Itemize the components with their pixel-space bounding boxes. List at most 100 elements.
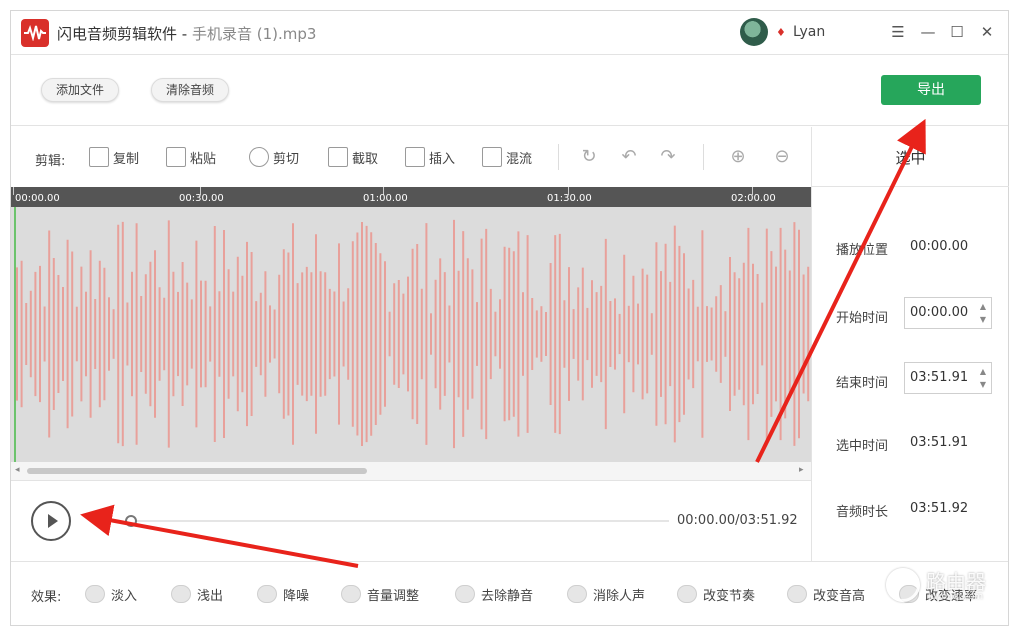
- minimize-button[interactable]: —: [917, 21, 939, 43]
- paste-button[interactable]: 粘贴: [166, 146, 216, 168]
- scrollbar-thumb[interactable]: [27, 468, 367, 474]
- watermark-sub: luyouqi.com: [928, 592, 984, 602]
- crop-icon: [328, 147, 348, 167]
- remove-vocals-label: 消除人声: [593, 588, 646, 604]
- insert-label: 插入: [429, 151, 456, 167]
- volume-label: 音量调整: [367, 588, 420, 604]
- effects-bar: 效果: 淡入 浅出 降噪 音量调整 去除静音 消除人声 改变节奏 改变音高 改变…: [11, 561, 1008, 625]
- end-time-field[interactable]: 03:51.91 ▲ ▼: [904, 362, 992, 394]
- end-time-value: 03:51.91: [910, 370, 969, 385]
- selected-time-label: 选中时间: [836, 439, 889, 454]
- start-time-label: 开始时间: [836, 311, 889, 326]
- close-button[interactable]: ✕: [976, 21, 998, 43]
- effects-label: 效果:: [31, 590, 62, 605]
- progress-track[interactable]: [129, 520, 669, 522]
- toolbar-divider: [558, 144, 559, 170]
- spin-up-icon[interactable]: ▲: [980, 302, 986, 311]
- file-name: 手机录音 (1).mp3: [191, 25, 317, 43]
- play-button[interactable]: [31, 501, 71, 541]
- timecode: 00:00.00/03:51.92: [677, 513, 798, 528]
- change-pitch-label: 改变音高: [813, 588, 866, 604]
- insert-icon: [405, 147, 425, 167]
- waveform-area[interactable]: [11, 207, 811, 462]
- selection-panel: 选中 播放位置 00:00.00 开始时间 00:00.00 ▲ ▼ 结束时间 …: [811, 127, 1009, 561]
- app-name: 闪电音频剪辑软件: [57, 25, 178, 43]
- zoom-out-icon[interactable]: ⊖: [771, 146, 793, 168]
- tick-label: 00:30.00: [179, 193, 224, 204]
- menu-button[interactable]: ☰: [887, 21, 909, 43]
- tick-mark: [13, 187, 14, 195]
- maximize-button[interactable]: ☐: [946, 21, 968, 43]
- fade-out-button[interactable]: 浅出: [171, 584, 223, 604]
- clear-audio-button[interactable]: 清除音频: [151, 78, 230, 102]
- title-bar: 闪电音频剪辑软件 - 手机录音 (1).mp3 ♦ Lyan ☰ — ☐ ✕: [11, 11, 1008, 55]
- fade-in-icon: [85, 585, 105, 603]
- edit-label: 剪辑:: [35, 154, 66, 169]
- avatar[interactable]: [740, 18, 768, 46]
- export-button[interactable]: 导出: [881, 75, 981, 105]
- fade-in-label: 淡入: [111, 588, 138, 604]
- loop-icon[interactable]: ↻: [578, 146, 600, 168]
- tick-label: 00:00.00: [15, 193, 60, 204]
- volume-icon: [341, 585, 361, 603]
- horizontal-scrollbar[interactable]: ◂ ▸: [11, 462, 811, 480]
- redo-icon[interactable]: ↷: [657, 146, 679, 168]
- trim-label: 截取: [352, 151, 379, 167]
- cut-button[interactable]: 剪切: [249, 146, 299, 168]
- spin-up-icon[interactable]: ▲: [980, 367, 986, 376]
- fade-in-button[interactable]: 淡入: [85, 584, 137, 604]
- scroll-left-icon[interactable]: ◂: [15, 465, 20, 475]
- duration-value: 03:51.92: [910, 501, 969, 516]
- people-icon: [567, 585, 587, 603]
- scissors-icon: [249, 147, 269, 167]
- copy-button[interactable]: 复制: [89, 146, 139, 168]
- watermark-text: 路由器: [926, 570, 986, 594]
- undo-icon[interactable]: ↶: [618, 146, 640, 168]
- scroll-right-icon[interactable]: ▸: [799, 465, 804, 475]
- mix-button[interactable]: 混流: [482, 146, 532, 168]
- change-tempo-button[interactable]: 改变节奏: [677, 584, 755, 604]
- volume-button[interactable]: 音量调整: [341, 584, 419, 604]
- timeline-ruler[interactable]: 00:00.00 00:30.00 01:00.00 01:30.00 02:0…: [11, 187, 811, 207]
- play-position-value: 00:00.00: [910, 239, 969, 254]
- selected-time-value: 03:51.91: [910, 435, 969, 450]
- panel-title: 选中: [812, 127, 1009, 187]
- denoise-button[interactable]: 降噪: [257, 584, 309, 604]
- remove-vocals-button[interactable]: 消除人声: [567, 584, 645, 604]
- paste-icon: [166, 147, 186, 167]
- watermark: 路由器 luyouqi.com: [880, 562, 1010, 610]
- change-tempo-label: 改变节奏: [703, 588, 756, 604]
- denoise-icon: [257, 585, 277, 603]
- edit-toolbar: 剪辑: 复制 粘贴 剪切 截取 插入 混流 ↻ ↶ ↷ ⊕ ⊖: [11, 127, 811, 187]
- trim-button[interactable]: 截取: [328, 146, 378, 168]
- app-logo-icon: [21, 19, 49, 47]
- app-window: 闪电音频剪辑软件 - 手机录音 (1).mp3 ♦ Lyan ☰ — ☐ ✕ 添…: [10, 10, 1009, 626]
- insert-button[interactable]: 插入: [405, 146, 455, 168]
- toolbar-divider: [703, 144, 704, 170]
- tempo-icon: [677, 585, 697, 603]
- copy-label: 复制: [113, 151, 140, 167]
- cut-label: 剪切: [273, 151, 300, 167]
- username[interactable]: Lyan: [793, 24, 825, 40]
- denoise-label: 降噪: [283, 588, 310, 604]
- duration-label: 音频时长: [836, 505, 889, 520]
- zoom-in-icon[interactable]: ⊕: [727, 146, 749, 168]
- fade-out-icon: [171, 585, 191, 603]
- progress-knob[interactable]: [125, 515, 137, 527]
- file-toolbar: 添加文件 清除音频 导出: [11, 56, 1008, 126]
- spin-down-icon[interactable]: ▼: [980, 315, 986, 324]
- start-time-field[interactable]: 00:00.00 ▲ ▼: [904, 297, 992, 329]
- waveform-svg: [14, 207, 810, 462]
- player-bar: 00:00.00/03:51.92: [11, 480, 811, 561]
- window-title: 闪电音频剪辑软件 - 手机录音 (1).mp3: [57, 23, 316, 44]
- remove-silence-label: 去除静音: [481, 588, 534, 604]
- end-time-label: 结束时间: [836, 376, 889, 391]
- change-pitch-button[interactable]: 改变音高: [787, 584, 865, 604]
- add-file-button[interactable]: 添加文件: [41, 78, 120, 102]
- copy-icon: [89, 147, 109, 167]
- spin-down-icon[interactable]: ▼: [980, 380, 986, 389]
- tick-label: 01:30.00: [547, 193, 592, 204]
- mute-icon: [455, 585, 475, 603]
- vip-diamond-icon: ♦: [776, 26, 786, 39]
- remove-silence-button[interactable]: 去除静音: [455, 584, 533, 604]
